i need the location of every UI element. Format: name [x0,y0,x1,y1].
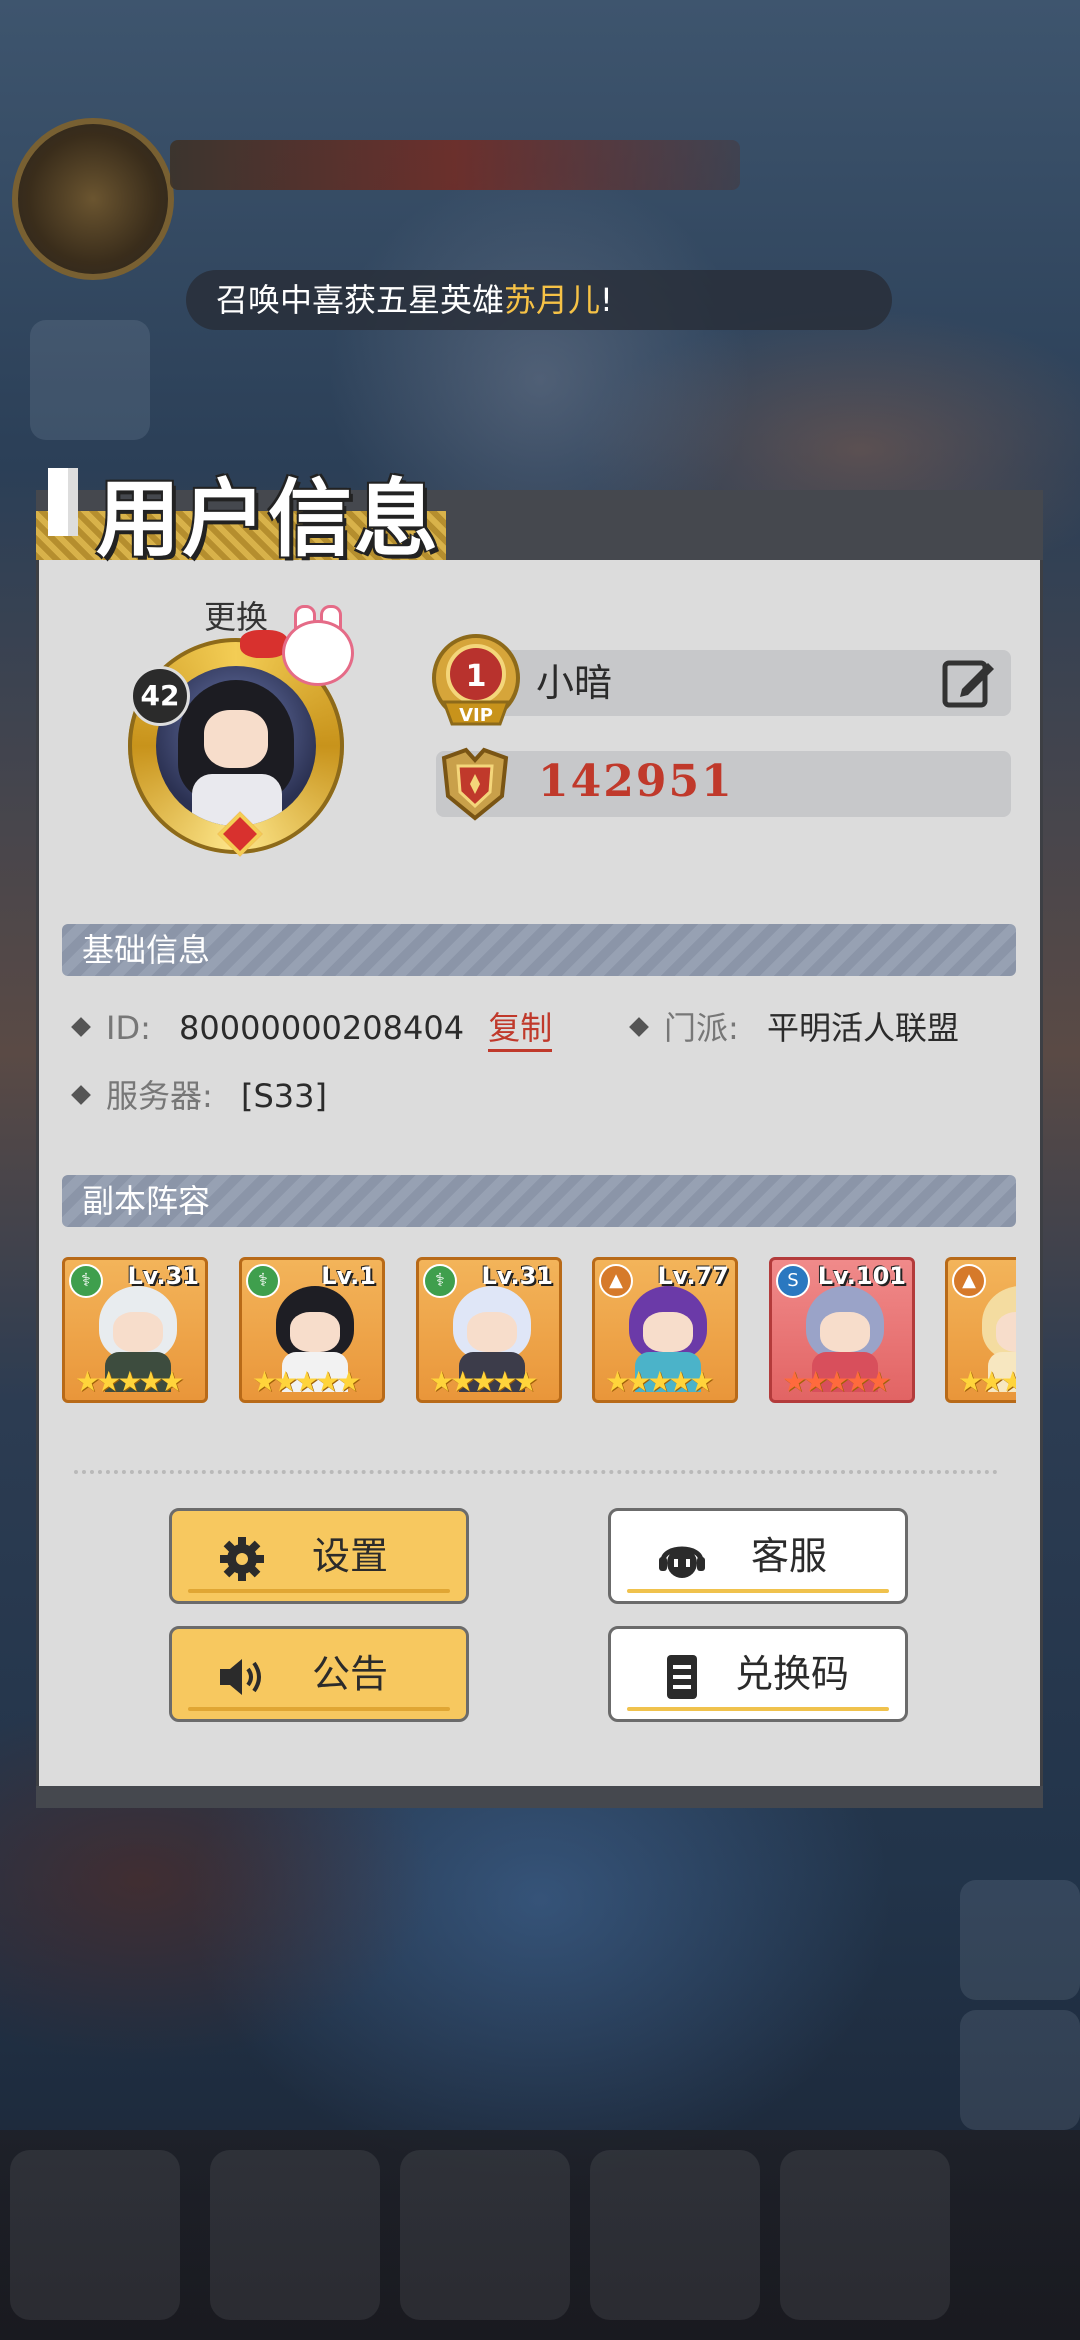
hero-stars: ★★★★★ [429,1365,538,1398]
hero-card[interactable]: ⚕ Lv.1 ★★★★★ [239,1257,385,1403]
panel-title: 用户信息 [96,470,441,568]
avatar-bow-decoration [240,630,288,658]
background-name-bar [170,140,740,190]
player-name: 小暗 [536,661,613,705]
basic-info-header: 基础信息 [62,924,1016,976]
background-icon [960,2010,1080,2130]
hero-face [290,1312,340,1352]
hero-card[interactable]: ▲ Lv.77 ★★★★★ [592,1257,738,1403]
hero-level: Lv.31 [481,1262,554,1290]
gear-icon [220,1537,264,1581]
button-underline [188,1707,450,1711]
lineup-header: 副本阵容 [62,1175,1016,1227]
server-label: 服务器: [106,1077,213,1115]
faction-label: 门派: [664,1009,739,1047]
hero-type-icon: ▲ [599,1264,633,1298]
vip-badge-icon: 1 VIP [430,634,522,730]
player-level-badge: 42 [130,666,190,726]
hero-face [820,1312,870,1352]
id-label: ID: [106,1009,151,1047]
server-value: [S33] [240,1077,327,1115]
combat-power-icon [441,747,509,821]
title-accent-bar [48,468,68,536]
settings-button[interactable]: 设置 [169,1508,469,1604]
background-player-avatar [12,118,174,280]
bunny-charm-decoration [282,620,354,686]
background-icon [960,1880,1080,2000]
settings-label: 设置 [312,1534,389,1578]
hero-level: Lv.101 [817,1262,906,1290]
copy-id-button[interactable]: 复制 [488,1009,553,1052]
vip-label: VIP [459,705,493,726]
vip-level: 1 [466,659,487,694]
edit-icon[interactable] [942,657,996,709]
avatar-face [204,710,268,768]
hero-type-icon: ⚕ [69,1264,103,1298]
hero-stars: ★★★★★ [958,1365,1016,1398]
hero-type-icon: ⚕ [423,1264,457,1298]
bottom-nav-slot[interactable] [400,2150,570,2320]
hero-type-icon: ⚕ [246,1264,280,1298]
hero-stars: ★★★★★ [75,1365,184,1398]
announcement-button[interactable]: 公告 [169,1626,469,1722]
summon-notice-banner: 召唤中喜获五星英雄苏月儿! [186,270,892,330]
hero-card[interactable]: ▲ ★★★★★ [945,1257,1016,1403]
button-underline [627,1707,889,1711]
hero-level: Lv.31 [127,1262,200,1290]
bottom-nav-slot[interactable] [10,2150,180,2320]
panel-footer [36,1786,1043,1808]
bullet-diamond-icon [71,1017,91,1037]
hero-type-icon: S [776,1264,810,1298]
divider [74,1470,998,1474]
headset-icon [659,1546,705,1578]
hero-stars: ★★★★★ [605,1365,714,1398]
bottom-nav-slot[interactable] [210,2150,380,2320]
hero-face [467,1312,517,1352]
hero-card[interactable]: ⚕ Lv.31 ★★★★★ [62,1257,208,1403]
lineup-title: 副本阵容 [82,1182,211,1220]
bottom-nav-slot[interactable] [590,2150,760,2320]
faction-value: 平明活人联盟 [766,1009,959,1047]
id-row: ID: 80000000208404 复制 [71,1006,553,1052]
hero-card[interactable]: ⚕ Lv.31 ★★★★★ [416,1257,562,1403]
button-underline [188,1589,450,1593]
support-label: 客服 [751,1534,828,1578]
button-underline [627,1589,889,1593]
hero-level: Lv.1 [321,1262,376,1290]
combat-power-value: 142951 [538,756,734,807]
announcement-label: 公告 [312,1652,389,1696]
hero-face [113,1312,163,1352]
hero-stars: ★★★★★ [252,1365,361,1398]
support-button[interactable]: 客服 [608,1508,908,1604]
hero-card[interactable]: S Lv.101 ★★★★★ [769,1257,915,1403]
background-icon [30,320,150,440]
server-row: 服务器: [S33] [71,1074,327,1118]
bottom-nav-slot[interactable] [780,2150,950,2320]
document-icon [667,1655,697,1699]
notice-text: 召唤中喜获五星英雄 [216,281,505,319]
speaker-icon [220,1659,261,1695]
hero-face [643,1312,693,1352]
notice-hero-name: 苏月儿 [504,281,601,319]
redeem-code-label: 兑换码 [735,1652,850,1696]
basic-info-title: 基础信息 [82,931,211,969]
redeem-code-button[interactable]: 兑换码 [608,1626,908,1722]
hero-type-icon: ▲ [952,1264,986,1298]
notice-suffix: ! [600,281,613,319]
bullet-diamond-icon [71,1085,91,1105]
hero-stars: ★★★★★ [782,1365,891,1398]
id-value: 80000000208404 [179,1009,465,1047]
hero-level: Lv.77 [657,1262,730,1290]
bullet-diamond-icon [629,1017,649,1037]
faction-row: 门派: 平明活人联盟 [629,1006,959,1050]
